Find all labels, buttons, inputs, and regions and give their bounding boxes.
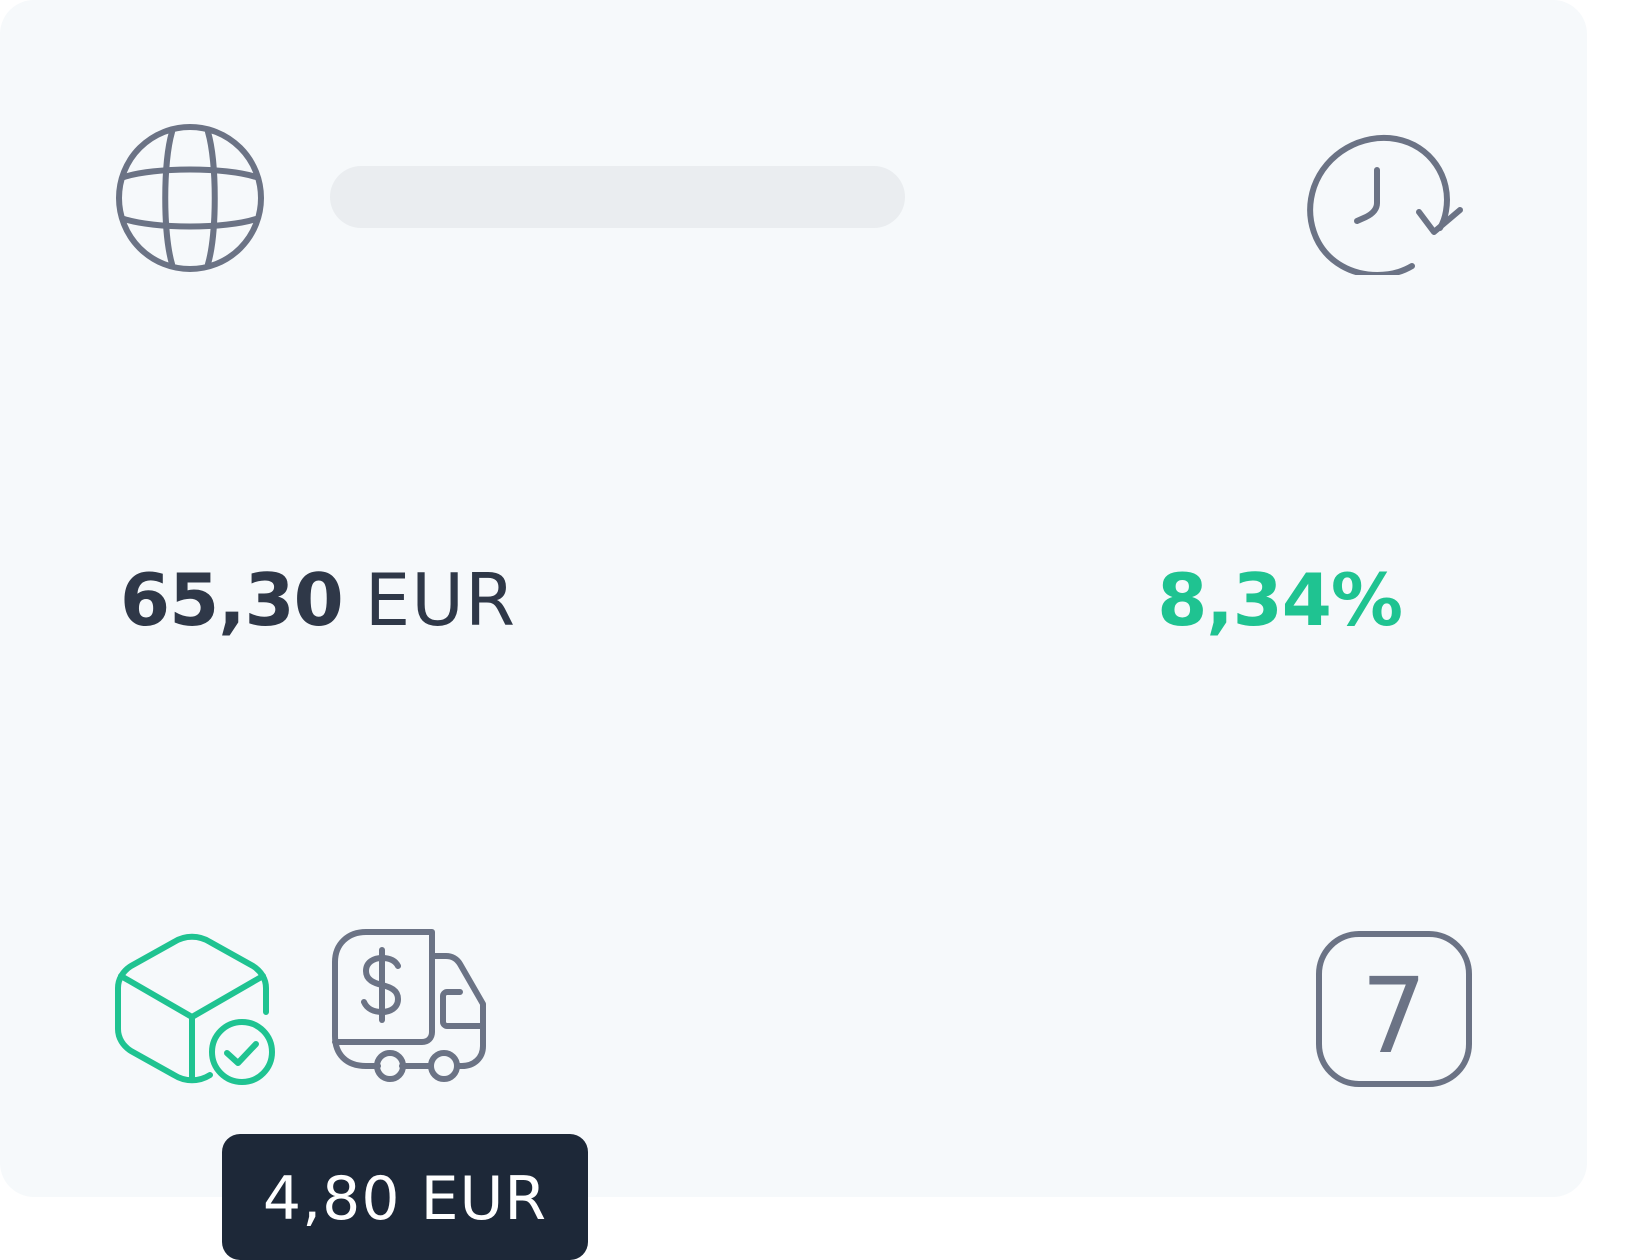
skeleton-title-placeholder	[330, 166, 905, 228]
product-card[interactable]: 65,30 EUR 8,34% 7	[0, 0, 1587, 1197]
number-seven-icon[interactable]: 7	[1315, 930, 1473, 1088]
price: 65,30 EUR	[120, 558, 516, 648]
history-icon[interactable]	[1300, 125, 1475, 275]
badge-number: 7	[1361, 955, 1427, 1077]
shipping-cost-value: 4,80 EUR	[262, 1164, 548, 1234]
price-amount: 65,30	[120, 558, 344, 642]
shipping-cost-tooltip: 4,80 EUR	[222, 1134, 588, 1260]
price-currency: EUR	[364, 558, 516, 642]
package-check-icon[interactable]	[115, 932, 275, 1087]
margin-percentage: 8,34%	[1157, 558, 1403, 642]
globe-icon	[116, 124, 264, 272]
delivery-truck-dollar-icon[interactable]	[330, 928, 495, 1088]
